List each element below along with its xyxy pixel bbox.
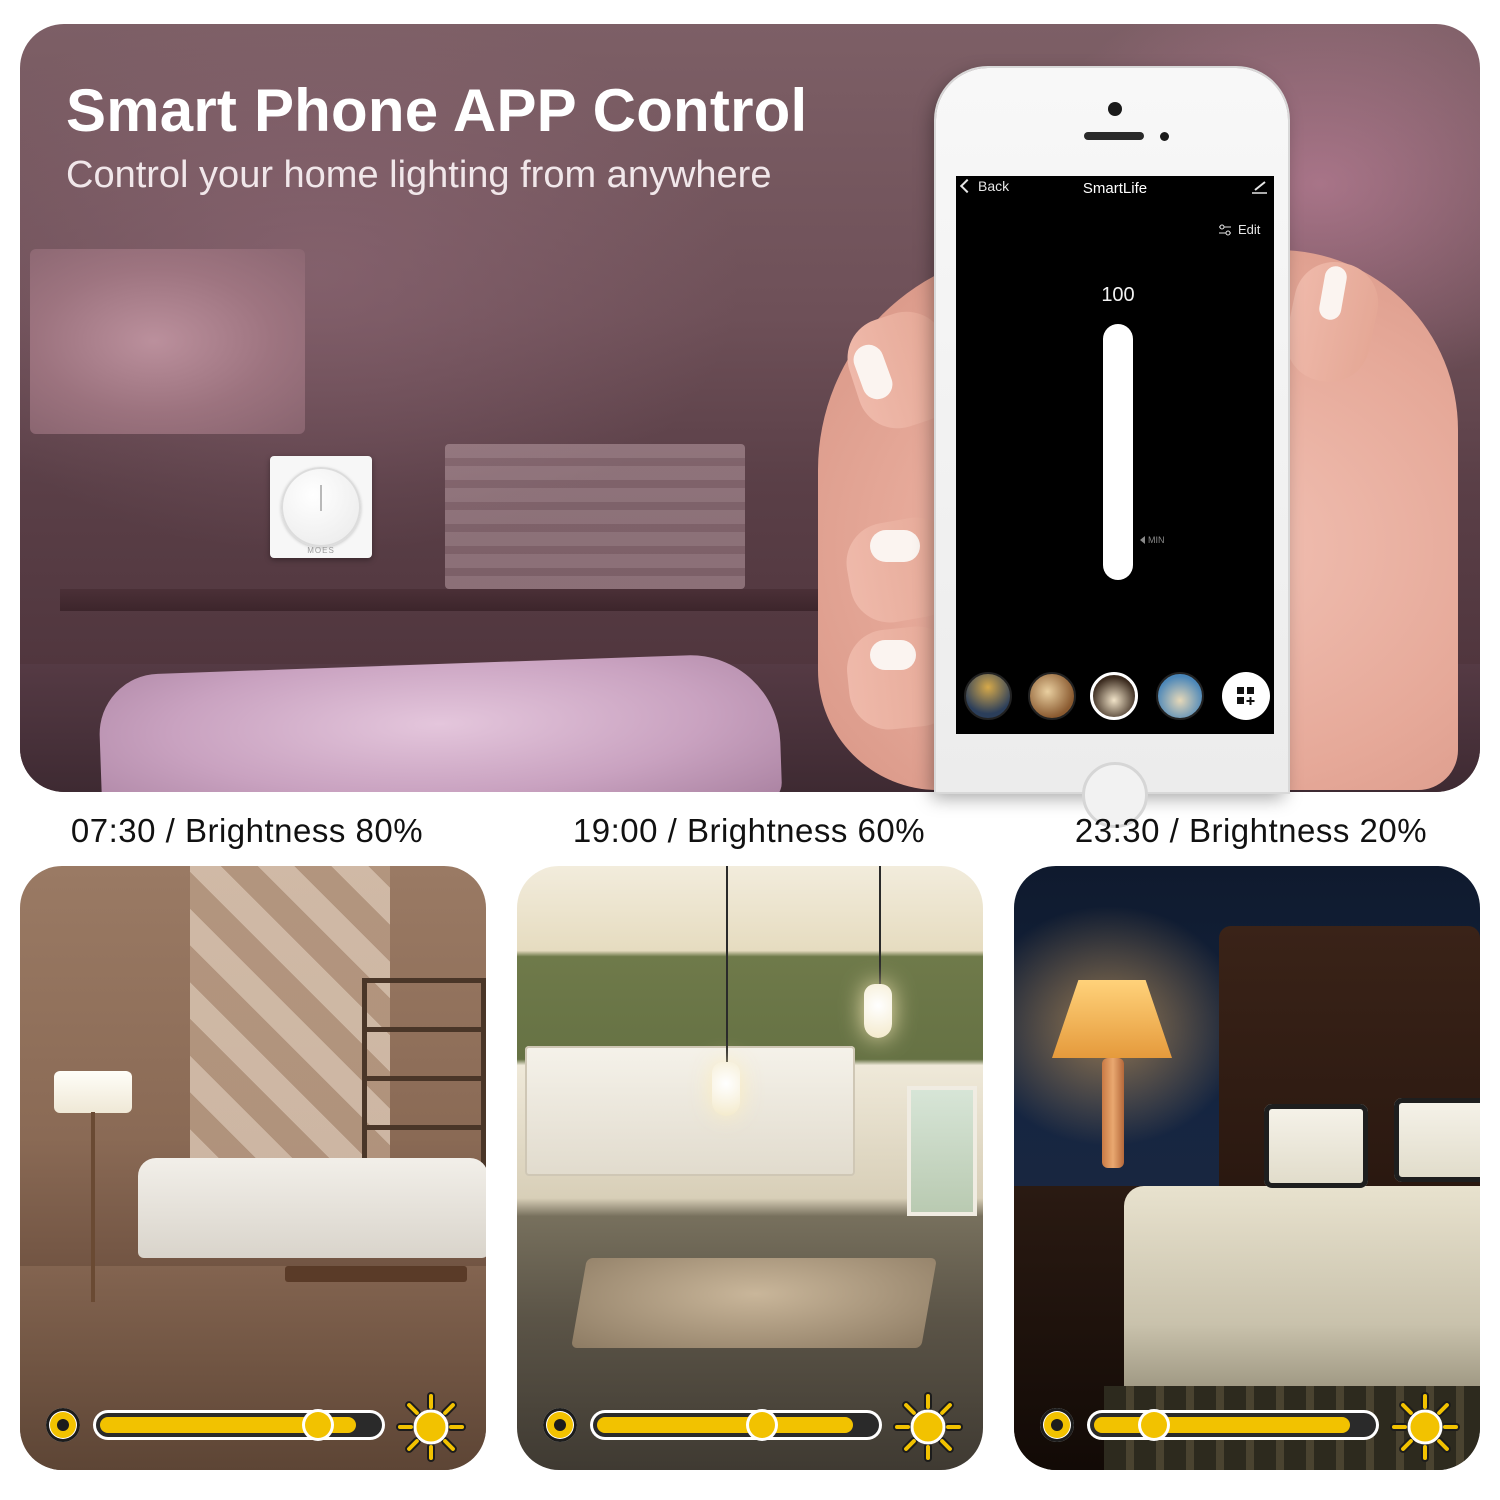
- sun-icon: [396, 1392, 466, 1462]
- brightness-knob: [304, 1412, 331, 1438]
- fingernail: [870, 530, 920, 562]
- pillow: [97, 652, 783, 792]
- fingernail: [870, 640, 916, 670]
- scene-button-2[interactable]: [1028, 672, 1076, 720]
- pillow: [1264, 1104, 1368, 1188]
- brightness-indicator: [1014, 1392, 1480, 1470]
- scene-panel-night: [1014, 866, 1480, 1470]
- min-marker: MIN: [1140, 535, 1165, 545]
- hero-title: Smart Phone APP Control: [66, 77, 808, 144]
- wall-dimmer-switch: MOES: [270, 456, 372, 558]
- brightness-track: [96, 1413, 382, 1437]
- floor-lamp-shade: [54, 1071, 132, 1113]
- proximity-sensor: [1160, 132, 1169, 141]
- caption-evening: 19:00 / Brightness 60%: [572, 812, 926, 849]
- scene-selector: [956, 672, 1274, 734]
- smartphone: Back SmartLife Edit 100 MIN: [936, 68, 1288, 828]
- pendant-cord: [726, 866, 728, 1066]
- kitchen-window: [907, 1086, 977, 1216]
- scene-panel-morning: [20, 866, 486, 1470]
- herringbone-wall: [190, 866, 390, 1166]
- dimmer-brand-logo: MOES: [307, 546, 335, 555]
- dim-icon: [46, 1408, 80, 1442]
- wall-art: [30, 249, 305, 434]
- table-lamp-base: [1102, 1058, 1124, 1168]
- kitchen-island: [571, 1258, 937, 1348]
- pillow: [1394, 1098, 1480, 1182]
- caret-left-icon: [1140, 536, 1145, 544]
- dim-icon: [543, 1408, 577, 1442]
- scene-button-3[interactable]: [1090, 672, 1138, 720]
- brightness-fill: [597, 1417, 853, 1433]
- sliders-icon: [1219, 224, 1231, 235]
- phone-speaker: [1084, 132, 1144, 140]
- caption-morning: 07:30 / Brightness 80%: [70, 812, 424, 849]
- brightness-track: [593, 1413, 879, 1437]
- white-sofa: [138, 1158, 486, 1258]
- kitchen-cabinets: [525, 1046, 855, 1176]
- add-scene-button[interactable]: [1222, 672, 1270, 720]
- pendant-light: [712, 1062, 740, 1116]
- scene-button-1[interactable]: [964, 672, 1012, 720]
- brightness-slider[interactable]: [1103, 324, 1133, 580]
- scene-panel-evening: [517, 866, 983, 1470]
- pendant-cord: [879, 866, 881, 986]
- add-grid-icon: [1237, 687, 1255, 705]
- brightness-fill: [1094, 1417, 1350, 1433]
- dimmer-knob: [281, 467, 361, 547]
- floor-lamp-stand: [91, 1112, 95, 1302]
- edit-label: Edit: [1238, 222, 1261, 237]
- sun-icon: [893, 1392, 963, 1462]
- brightness-knob: [749, 1412, 776, 1438]
- pendant-light: [864, 984, 892, 1038]
- hero-subtitle: Control your home lighting from anywhere: [66, 154, 772, 196]
- caption-night: 23:30 / Brightness 20%: [1074, 812, 1428, 849]
- app-screen: Back SmartLife Edit 100 MIN: [956, 176, 1274, 734]
- bookshelf: [362, 978, 486, 1168]
- coffee-table: [285, 1266, 467, 1282]
- pencil-icon[interactable]: [1250, 180, 1268, 194]
- brightness-indicator: [20, 1392, 486, 1470]
- brightness-indicator: [517, 1392, 983, 1470]
- app-title: SmartLife: [1082, 180, 1148, 197]
- book-stack: [445, 444, 745, 589]
- dimmer-indicator: [320, 485, 322, 511]
- bed: [1124, 1186, 1480, 1416]
- min-label: MIN: [1148, 535, 1165, 545]
- dim-icon: [1040, 1408, 1074, 1442]
- sun-icon: [1390, 1392, 1460, 1462]
- scene-button-4[interactable]: [1156, 672, 1204, 720]
- edit-button[interactable]: Edit: [1218, 222, 1260, 237]
- front-camera: [1108, 102, 1122, 116]
- brightness-value: 100: [1101, 284, 1135, 306]
- table-lamp-shade: [1052, 980, 1172, 1058]
- brightness-track: [1090, 1413, 1376, 1437]
